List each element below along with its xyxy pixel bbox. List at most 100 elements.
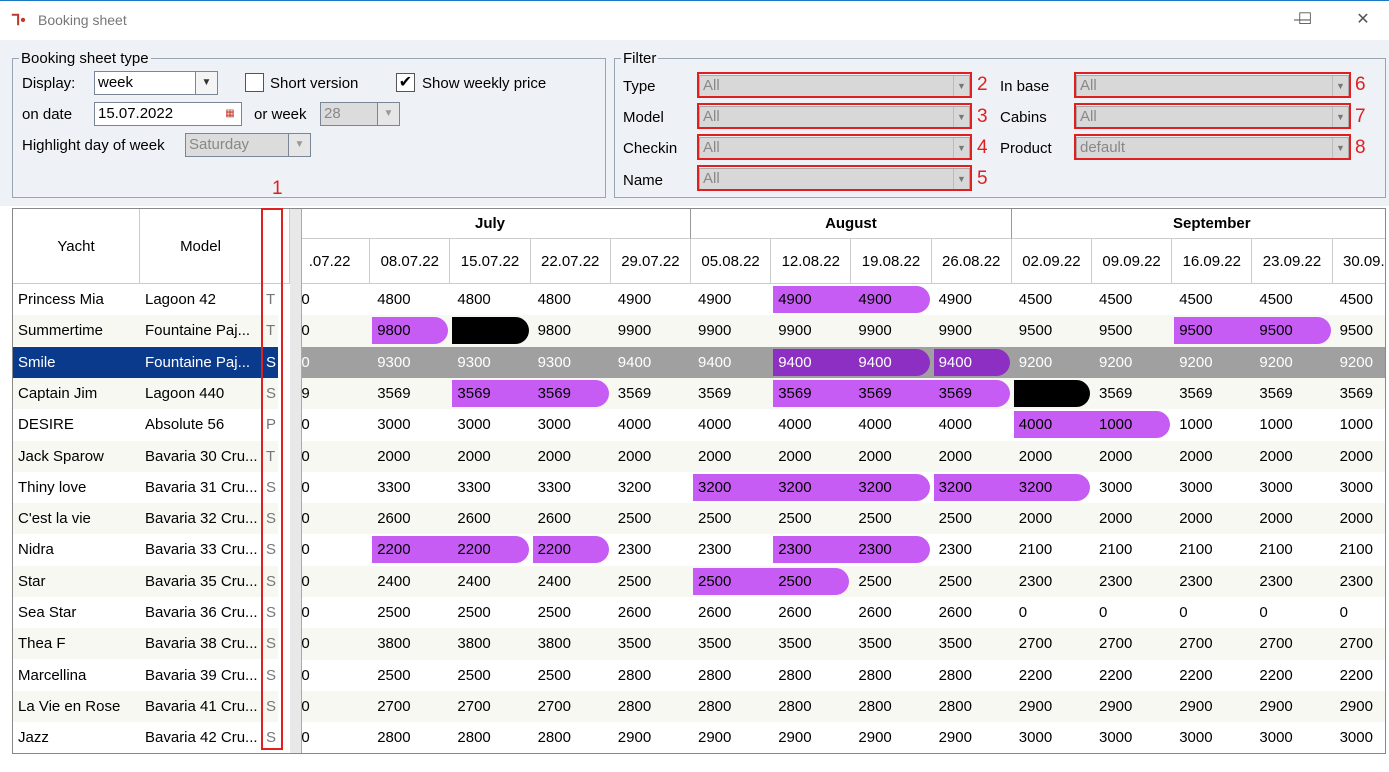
price-cell[interactable]: 00: [290, 347, 370, 378]
price-cell[interactable]: 2000: [1012, 503, 1092, 534]
price-cell[interactable]: 2500: [611, 503, 691, 534]
price-cell[interactable]: 2300: [932, 534, 1012, 565]
price-cell[interactable]: 9500: [1012, 315, 1092, 346]
price-cell[interactable]: 2000: [1252, 503, 1332, 534]
price-cell[interactable]: 3200: [851, 472, 931, 503]
price-cell[interactable]: 3569: [1092, 378, 1172, 409]
price-cell[interactable]: 3800: [370, 628, 450, 659]
price-cell[interactable]: 2600: [611, 597, 691, 628]
price-cell[interactable]: 1000: [1252, 409, 1332, 440]
price-cell[interactable]: 9800: [531, 315, 611, 346]
on-date-input[interactable]: 15.07.2022 ▦: [94, 102, 242, 126]
price-cell[interactable]: 9900: [611, 315, 691, 346]
price-cell[interactable]: 3000: [1172, 722, 1252, 753]
yacht-name-cell[interactable]: Jack Sparow: [13, 440, 140, 472]
price-cell[interactable]: 2800: [531, 722, 611, 753]
price-cell[interactable]: 2600: [370, 503, 450, 534]
price-cell[interactable]: 2300: [1333, 566, 1385, 597]
yacht-name-cell[interactable]: Summertime: [13, 315, 140, 347]
price-cell[interactable]: 3000: [1333, 722, 1385, 753]
price-cell[interactable]: 4900: [851, 284, 931, 315]
price-cell[interactable]: 2300: [1092, 566, 1172, 597]
price-cell[interactable]: 2000: [1012, 441, 1092, 472]
price-cell[interactable]: 2800: [611, 660, 691, 691]
price-cell[interactable]: 2800: [691, 660, 771, 691]
price-cell[interactable]: 3569: [851, 378, 931, 409]
price-cell[interactable]: 2500: [771, 503, 851, 534]
price-cell[interactable]: 3500: [851, 628, 931, 659]
price-cell[interactable]: 2900: [611, 722, 691, 753]
price-cell[interactable]: 2200: [1092, 660, 1172, 691]
yacht-name-cell[interactable]: DESIRE: [13, 409, 140, 441]
week-header[interactable]: 22.07.22: [530, 239, 611, 284]
model-cell[interactable]: Bavaria 39 Cru...: [140, 659, 262, 691]
price-cell[interactable]: 2500: [450, 660, 530, 691]
yacht-name-cell[interactable]: Marcellina: [13, 659, 140, 691]
yacht-name-cell[interactable]: Captain Jim: [13, 377, 140, 409]
price-cell[interactable]: 2800: [932, 660, 1012, 691]
price-cell[interactable]: 2800: [851, 660, 931, 691]
price-cell[interactable]: 3000: [1172, 472, 1252, 503]
price-cell[interactable]: 3300: [370, 472, 450, 503]
price-cell[interactable]: 2000: [1172, 441, 1252, 472]
price-cell[interactable]: 2700: [1012, 628, 1092, 659]
price-cell[interactable]: 3569: [611, 378, 691, 409]
highlight-day-select[interactable]: Saturday ▼: [185, 133, 311, 157]
price-cell[interactable]: 2200: [531, 534, 611, 565]
model-cell[interactable]: Absolute 56: [140, 409, 262, 441]
price-cell[interactable]: 00: [290, 472, 370, 503]
price-cell[interactable]: 2500: [450, 597, 530, 628]
price-cell[interactable]: 2600: [691, 597, 771, 628]
price-cell[interactable]: 2200: [450, 534, 530, 565]
week-header[interactable]: 23.09.22: [1252, 239, 1333, 284]
price-cell[interactable]: 2900: [1172, 691, 1252, 722]
price-cell[interactable]: 9400: [932, 347, 1012, 378]
price-cell[interactable]: 3000: [370, 409, 450, 440]
price-cell[interactable]: 2800: [691, 691, 771, 722]
price-cell[interactable]: 2000: [1333, 441, 1385, 472]
price-cell[interactable]: 9400: [611, 347, 691, 378]
price-cell[interactable]: 3500: [611, 628, 691, 659]
price-cell[interactable]: 3200: [691, 472, 771, 503]
price-cell[interactable]: 2400: [531, 566, 611, 597]
week-header[interactable]: 09.09.22: [1092, 239, 1173, 284]
chevron-down-icon[interactable]: ▼: [195, 72, 217, 94]
price-cell[interactable]: 2600: [771, 597, 851, 628]
price-cell[interactable]: 2000: [1252, 441, 1332, 472]
close-button[interactable]: ✕: [1348, 8, 1378, 32]
price-cell[interactable]: 9900: [932, 315, 1012, 346]
price-cell[interactable]: 2000: [691, 441, 771, 472]
price-cell[interactable]: 9300: [531, 347, 611, 378]
price-cell[interactable]: 3569: [771, 378, 851, 409]
model-cell[interactable]: Bavaria 38 Cru...: [140, 628, 262, 660]
yacht-name-cell[interactable]: Jazz: [13, 722, 140, 753]
week-header[interactable]: 19.08.22: [851, 239, 932, 284]
price-cell[interactable]: 9300: [370, 347, 450, 378]
price-cell[interactable]: 2500: [851, 566, 931, 597]
price-cell[interactable]: 2700: [531, 691, 611, 722]
model-cell[interactable]: Bavaria 30 Cru...: [140, 440, 262, 472]
price-cell[interactable]: 00: [290, 284, 370, 315]
price-cell[interactable]: 4500: [1333, 284, 1385, 315]
price-cell[interactable]: 2800: [771, 660, 851, 691]
yacht-name-cell[interactable]: Thea F: [13, 628, 140, 660]
price-cell[interactable]: 2700: [1333, 628, 1385, 659]
price-cell[interactable]: 2300: [1012, 566, 1092, 597]
price-cell[interactable]: 1000: [1092, 409, 1172, 440]
price-cell[interactable]: 2500: [691, 566, 771, 597]
price-cell[interactable]: 2700: [1252, 628, 1332, 659]
model-cell[interactable]: Fountaine Paj...: [140, 346, 262, 378]
model-cell[interactable]: Bavaria 31 Cru...: [140, 471, 262, 503]
price-cell[interactable]: 4500: [1172, 284, 1252, 315]
price-cell[interactable]: 2300: [771, 534, 851, 565]
price-cell[interactable]: 00: [290, 660, 370, 691]
price-cell[interactable]: 2000: [370, 441, 450, 472]
price-cell[interactable]: 9900: [771, 315, 851, 346]
price-cell[interactable]: 00: [290, 503, 370, 534]
price-cell[interactable]: 2000: [932, 441, 1012, 472]
model-cell[interactable]: Bavaria 32 Cru...: [140, 503, 262, 535]
price-cell[interactable]: 2000: [611, 441, 691, 472]
chevron-down-icon[interactable]: ▼: [288, 134, 310, 156]
model-cell[interactable]: Bavaria 42 Cru...: [140, 722, 262, 753]
price-cell[interactable]: 3000: [1092, 472, 1172, 503]
